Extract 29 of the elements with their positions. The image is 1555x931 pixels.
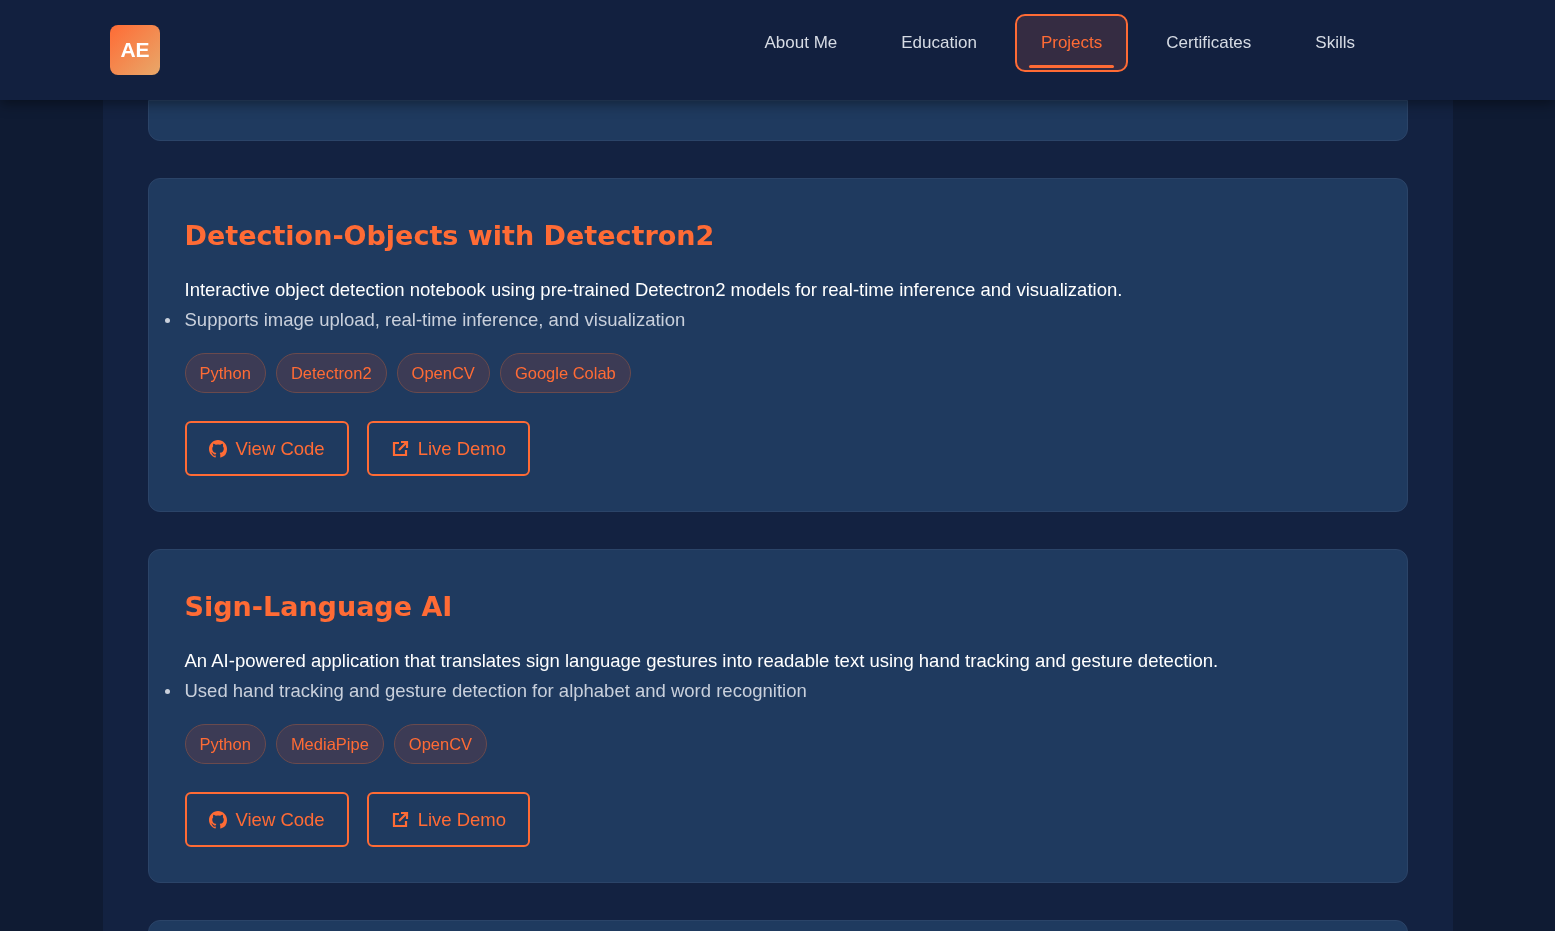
nav-link[interactable]: Certificates: [1140, 14, 1278, 72]
bullet-text: Used hand tracking and gesture detection for alphabet and word recognition: [184, 679, 807, 703]
nav-link[interactable]: Skills: [1289, 14, 1381, 72]
project-description: Interactive object detection notebook using pre-trained Detectron2 models for real-time inference and visualization.: [184, 278, 1123, 302]
external-link-icon: [390, 439, 409, 458]
tech-tag: Detectron2: [275, 353, 387, 393]
live-demo-button[interactable]: Live Demo: [366, 421, 531, 476]
tech-tag: Python: [184, 724, 266, 764]
bullet-text: Supports image upload, real-time inference, and visualization: [184, 308, 686, 332]
tech-tag: OpenCV: [396, 353, 490, 393]
project-title: Detection-Objects with Detectron2: [184, 219, 715, 253]
project-title: Sign-Language AI: [184, 590, 453, 624]
external-link-icon: [390, 810, 409, 829]
github-icon: [208, 810, 227, 829]
tech-tag: Python: [184, 353, 266, 393]
bullet-icon: [164, 688, 170, 694]
tech-tag: OpenCV: [393, 724, 488, 764]
github-icon: [208, 439, 227, 458]
nav-link[interactable]: Projects: [1014, 14, 1129, 72]
nav-link[interactable]: About Me: [738, 14, 864, 72]
view-code-button[interactable]: View Code: [184, 792, 349, 847]
project-description: An AI-powered application that translates sign language gestures into readable text using hand tracking and gesture detection.: [184, 649, 1219, 673]
tech-tag: MediaPipe: [275, 724, 384, 764]
bullet-icon: [164, 317, 170, 323]
logo[interactable]: AE: [110, 25, 160, 75]
tech-tag: Google Colab: [499, 353, 631, 393]
nav-link[interactable]: Education: [875, 14, 1003, 72]
view-code-button[interactable]: View Code: [184, 421, 349, 476]
live-demo-button[interactable]: Live Demo: [366, 792, 531, 847]
